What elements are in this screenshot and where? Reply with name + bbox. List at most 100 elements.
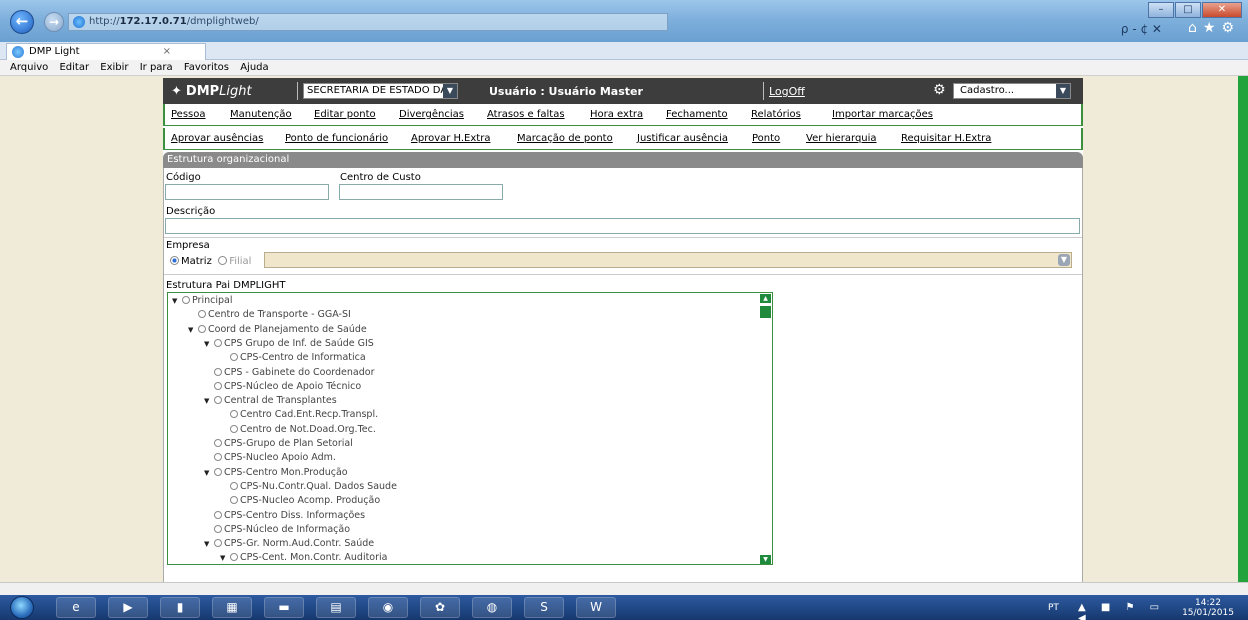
menu-fechamento[interactable]: Fechamento bbox=[666, 104, 728, 126]
tree-node-radio[interactable] bbox=[214, 367, 222, 376]
radio-matriz[interactable] bbox=[170, 256, 179, 265]
menu-ponto[interactable]: Ponto bbox=[752, 128, 780, 150]
menu-ir-para[interactable]: Ir para bbox=[140, 62, 173, 73]
game-icon[interactable]: ✿ bbox=[420, 597, 460, 618]
tree-node-radio[interactable] bbox=[230, 410, 238, 419]
tree-node[interactable]: CPS-Núcleo de Apoio Técnico bbox=[204, 381, 361, 393]
tree-node-radio[interactable] bbox=[230, 353, 238, 362]
menu-marcacao-ponto[interactable]: Marcação de ponto bbox=[517, 128, 613, 150]
search-refresh-controls[interactable]: ρ - ¢ ✕ bbox=[1121, 22, 1162, 36]
codigo-input[interactable] bbox=[165, 184, 329, 200]
menu-ver-hierarquia[interactable]: Ver hierarquia bbox=[806, 128, 877, 150]
tree-node[interactable]: ▼ CPS Grupo de Inf. de Saúde GIS bbox=[204, 338, 374, 350]
centro-custo-input[interactable] bbox=[339, 184, 503, 200]
tree-node-radio[interactable] bbox=[214, 510, 222, 519]
menu-aprovar-ausencias[interactable]: Aprovar ausências bbox=[171, 128, 263, 150]
expand-toggle-icon[interactable]: ▼ bbox=[204, 338, 214, 350]
menu-arquivo[interactable]: Arquivo bbox=[10, 62, 48, 73]
chevron-down-icon[interactable]: ▼ bbox=[1058, 254, 1070, 266]
tray-icons[interactable]: ▲ ■ ⚑ ▭ ◀ bbox=[1078, 602, 1168, 620]
estrutura-tree[interactable]: CPS-Nucleo Apoio Oper1▼CPS-Cent. Mon.Con… bbox=[167, 292, 773, 565]
tree-node-radio[interactable] bbox=[182, 296, 190, 304]
ie-icon[interactable]: e bbox=[56, 597, 96, 618]
tree-node[interactable]: ▼ Coord de Planejamento de Saúde bbox=[188, 324, 367, 336]
tree-node-radio[interactable] bbox=[214, 439, 222, 447]
notepad-icon[interactable]: ▤ bbox=[316, 597, 356, 618]
tree-node[interactable]: Centro Cad.Ent.Recp.Transpl. bbox=[220, 409, 378, 421]
back-button[interactable]: ← bbox=[10, 10, 34, 34]
tree-node-radio[interactable] bbox=[214, 524, 222, 533]
tree-node-radio[interactable] bbox=[214, 539, 222, 548]
expand-toggle-icon[interactable]: ▼ bbox=[204, 395, 214, 407]
tree-node-radio[interactable] bbox=[230, 553, 238, 562]
menu-editar[interactable]: Editar bbox=[59, 62, 89, 73]
tree-node-radio[interactable] bbox=[214, 338, 222, 347]
menu-atrasos-faltas[interactable]: Atrasos e faltas bbox=[487, 104, 565, 126]
scroll-down-icon[interactable]: ▼ bbox=[760, 555, 771, 564]
menu-aprovar-hextra[interactable]: Aprovar H.Extra bbox=[411, 128, 490, 150]
tree-node[interactable]: ▼ CPS-Cent. Mon.Contr. Auditoria bbox=[220, 552, 388, 564]
expand-toggle-icon[interactable]: ▼ bbox=[220, 552, 230, 564]
menu-relatorios[interactable]: Relatórios bbox=[751, 104, 801, 126]
folder-icon[interactable]: ▬ bbox=[264, 597, 304, 618]
tree-node[interactable]: Centro de Not.Doad.Org.Tec. bbox=[220, 424, 376, 436]
minimize-button[interactable]: – bbox=[1148, 2, 1174, 18]
tree-node-radio[interactable] bbox=[214, 467, 222, 476]
maximize-button[interactable]: □ bbox=[1175, 2, 1201, 18]
address-bar[interactable]: http://172.17.0.71/dmplightweb/ bbox=[68, 13, 668, 31]
tree-node-radio[interactable] bbox=[230, 481, 238, 490]
expand-toggle-icon[interactable]: ▼ bbox=[188, 324, 198, 336]
skype-icon[interactable]: S bbox=[524, 597, 564, 618]
descricao-input[interactable] bbox=[165, 218, 1080, 234]
device-icon[interactable]: ▮ bbox=[160, 597, 200, 618]
gear-icon[interactable]: ⚙ bbox=[933, 82, 946, 98]
menu-exibir[interactable]: Exibir bbox=[100, 62, 128, 73]
tree-node[interactable]: CPS-Centro Diss. Informações bbox=[204, 510, 365, 522]
tree-node[interactable]: ▼ Principal bbox=[172, 295, 232, 307]
cadastro-select[interactable]: Cadastro... ▼ bbox=[953, 83, 1071, 99]
tree-node[interactable]: CPS-Grupo de Plan Setorial bbox=[204, 438, 353, 450]
menu-pessoa[interactable]: Pessoa bbox=[171, 104, 206, 126]
empresa-select[interactable]: ▼ bbox=[264, 252, 1072, 268]
forward-button[interactable]: → bbox=[44, 12, 64, 32]
chevron-down-icon[interactable]: ▼ bbox=[1056, 84, 1070, 98]
organization-select[interactable]: SECRETARIA DE ESTADO DA SAÚ ▼ bbox=[303, 83, 458, 99]
menu-importar-marcacoes[interactable]: Importar marcações bbox=[832, 104, 933, 126]
settings-gear-icon[interactable]: ⚙ bbox=[1221, 20, 1240, 36]
favorites-star-icon[interactable]: ★ bbox=[1203, 20, 1222, 36]
tab-close-icon[interactable]: × bbox=[163, 44, 171, 59]
tree-node[interactable]: CPS-Nucleo Apoio Adm. bbox=[204, 452, 336, 464]
tree-node[interactable]: CPS-Núcleo de Informação bbox=[204, 524, 350, 536]
tree-node[interactable]: CPS-Centro de Informatica bbox=[220, 352, 366, 364]
menu-divergencias[interactable]: Divergências bbox=[399, 104, 464, 126]
tree-node-radio[interactable] bbox=[198, 310, 206, 319]
tree-node[interactable]: ▼ Central de Transplantes bbox=[204, 395, 337, 407]
menu-manutencao[interactable]: Manutenção bbox=[230, 104, 292, 126]
tree-scrollbar[interactable]: ▲ ▼ bbox=[760, 294, 771, 564]
terminal-icon[interactable]: ▦ bbox=[212, 597, 252, 618]
tree-node-radio[interactable] bbox=[230, 496, 238, 505]
tree-node-radio[interactable] bbox=[214, 381, 222, 390]
tree-scroll-thumb[interactable] bbox=[760, 306, 771, 318]
menu-ajuda[interactable]: Ajuda bbox=[240, 62, 268, 73]
tree-node[interactable]: ▼ CPS-Gr. Norm.Aud.Contr. Saúde bbox=[204, 538, 374, 550]
menu-hora-extra[interactable]: Hora extra bbox=[590, 104, 643, 126]
tree-node-radio[interactable] bbox=[214, 453, 222, 462]
scroll-up-icon[interactable]: ▲ bbox=[760, 294, 771, 303]
tree-node-radio[interactable] bbox=[198, 324, 206, 333]
expand-toggle-icon[interactable]: ▼ bbox=[204, 538, 214, 550]
firefox-icon[interactable]: ◍ bbox=[472, 597, 512, 618]
language-indicator[interactable]: PT bbox=[1048, 603, 1068, 613]
home-icon[interactable]: ⌂ bbox=[1188, 20, 1203, 36]
menu-favoritos[interactable]: Favoritos bbox=[184, 62, 229, 73]
menu-justificar-ausencia[interactable]: Justificar ausência bbox=[637, 128, 728, 150]
chevron-down-icon[interactable]: ▼ bbox=[443, 84, 457, 98]
page-scrollbar[interactable] bbox=[1238, 76, 1248, 582]
menu-requisitar-hextra[interactable]: Requisitar H.Extra bbox=[901, 128, 991, 150]
tree-node-radio[interactable] bbox=[230, 424, 238, 433]
menu-editar-ponto[interactable]: Editar ponto bbox=[314, 104, 376, 126]
tree-node[interactable]: CPS-Nucleo Acomp. Produção bbox=[220, 495, 380, 507]
tree-node[interactable]: ▼ CPS-Centro Mon.Produção bbox=[204, 467, 348, 479]
expand-toggle-icon[interactable]: ▼ bbox=[172, 295, 182, 307]
radio-filial[interactable] bbox=[218, 256, 228, 265]
